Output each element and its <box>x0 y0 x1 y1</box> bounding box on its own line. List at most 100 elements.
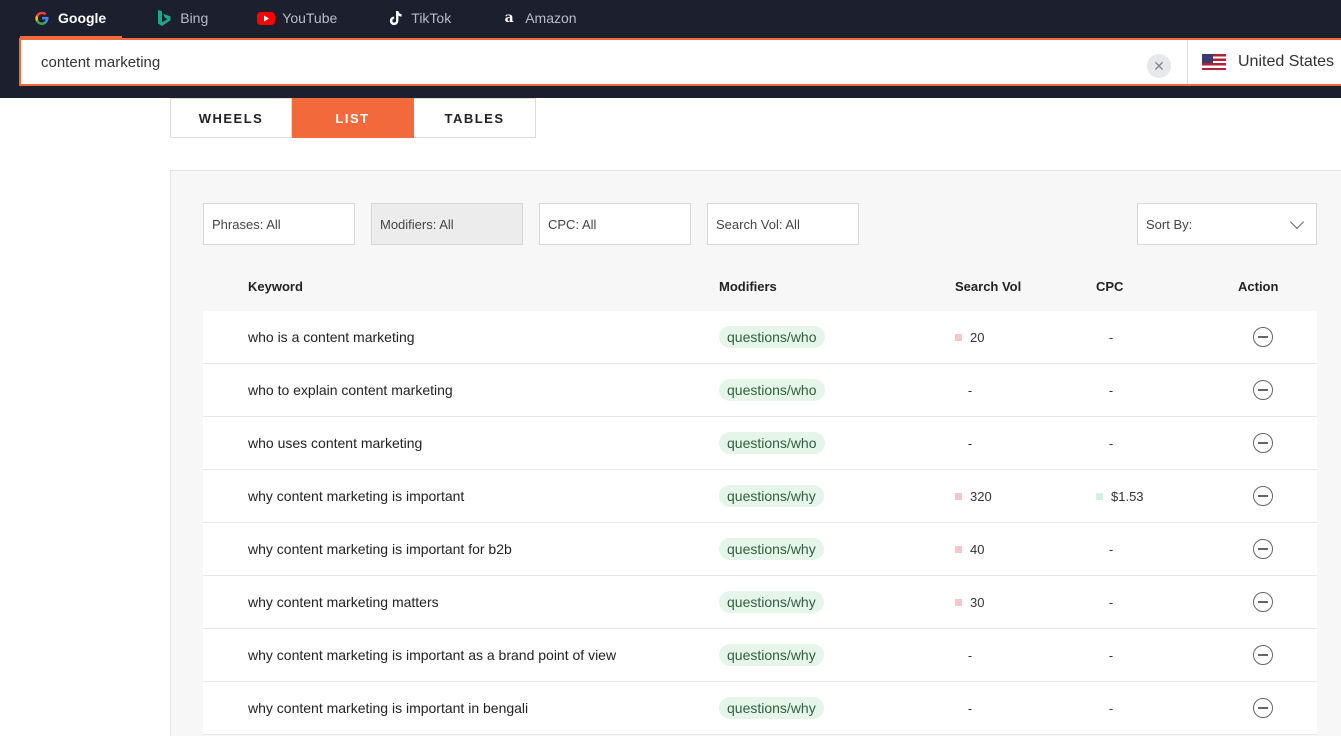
header-cpc[interactable]: CPC <box>1096 279 1123 294</box>
modifier-pill[interactable]: questions/who <box>719 432 825 454</box>
search-vol-filter[interactable]: Search Vol: All <box>707 203 859 245</box>
tab-bing[interactable]: Bing <box>122 0 224 36</box>
keyword-text[interactable]: why content marketing is important for b… <box>248 523 512 575</box>
cpc-value: - <box>1108 382 1114 398</box>
header-search-vol[interactable]: Search Vol <box>955 279 1021 294</box>
modifier-pill[interactable]: questions/why <box>719 591 824 613</box>
modifier-pill[interactable]: questions/why <box>719 644 824 666</box>
cpc-cell: - <box>1096 629 1186 681</box>
table-row: who to explain content marketing question… <box>203 364 1317 417</box>
country-label: United States <box>1238 53 1335 70</box>
keyword-text[interactable]: who uses content marketing <box>248 417 422 469</box>
modifier-cell: questions/who <box>719 311 825 363</box>
action-cell <box>1253 311 1273 363</box>
modifier-pill[interactable]: questions/why <box>719 485 824 507</box>
tab-amazon[interactable]: a Amazon <box>467 0 592 36</box>
action-cell <box>1253 682 1273 734</box>
tab-list[interactable]: LIST <box>292 98 414 138</box>
sort-by-dropdown[interactable]: Sort By: <box>1137 203 1317 245</box>
results-panel: Phrases: All Modifiers: All CPC: All Sea… <box>170 170 1341 736</box>
country-selector[interactable]: United States <box>1187 40 1334 84</box>
close-icon[interactable]: ✕ <box>1147 54 1171 78</box>
search-bar: ✕ United States <box>19 38 1341 86</box>
modifier-cell: questions/why <box>719 523 824 575</box>
modifiers-filter[interactable]: Modifiers: All <box>371 203 523 245</box>
action-cell <box>1253 470 1273 522</box>
phrases-filter[interactable]: Phrases: All <box>203 203 355 245</box>
cpc-value: - <box>1108 700 1114 716</box>
table-row: why content marketing is important for b… <box>203 523 1317 576</box>
tab-google-label: Google <box>58 10 107 26</box>
modifier-pill[interactable]: questions/why <box>719 697 824 719</box>
cpc-cell: - <box>1096 523 1186 575</box>
search-input[interactable] <box>41 40 1141 84</box>
table-row: why content marketing is important in be… <box>203 682 1317 735</box>
keyword-text[interactable]: who to explain content marketing <box>248 364 453 416</box>
cpc-cell: $1.53 <box>1096 470 1186 522</box>
tab-tiktok[interactable]: TikTok <box>353 0 467 36</box>
remove-icon[interactable] <box>1253 327 1273 347</box>
volume-marker <box>955 333 962 341</box>
tab-youtube-label: YouTube <box>282 10 338 26</box>
view-tabs: WHEELS LIST TABLES <box>170 98 536 138</box>
modifier-cell: questions/why <box>719 629 824 681</box>
search-vol-value: - <box>967 647 973 663</box>
chevron-down-icon <box>1289 214 1305 230</box>
keyword-text[interactable]: why content marketing is important <box>248 470 464 522</box>
modifier-cell: questions/why <box>719 682 824 734</box>
search-vol-value: - <box>967 435 973 451</box>
volume-marker <box>955 598 962 606</box>
search-vol-value: - <box>967 700 973 716</box>
action-cell <box>1253 576 1273 628</box>
modifier-cell: questions/who <box>719 364 825 416</box>
cpc-cell: - <box>1096 417 1186 469</box>
tiktok-icon <box>386 9 404 27</box>
table-row: who uses content marketing questions/who -… <box>203 417 1317 470</box>
remove-icon[interactable] <box>1253 592 1273 612</box>
tab-amazon-label: Amazon <box>525 10 577 26</box>
cpc-value: - <box>1108 594 1114 610</box>
keyword-text[interactable]: who is a content marketing <box>248 311 415 363</box>
tab-tables[interactable]: TABLES <box>414 98 536 138</box>
search-vol-cell: 40 <box>955 523 1045 575</box>
tab-google[interactable]: Google <box>0 0 123 38</box>
tab-wheels[interactable]: WHEELS <box>170 98 292 138</box>
remove-icon[interactable] <box>1253 539 1273 559</box>
cpc-filter[interactable]: CPC: All <box>539 203 691 245</box>
header-action: Action <box>1238 279 1279 294</box>
sort-by-label: Sort By: <box>1146 216 1193 232</box>
youtube-icon <box>257 9 276 27</box>
table-row: who is a content marketing questions/who 2… <box>203 311 1317 364</box>
header-keyword[interactable]: Keyword <box>248 279 303 294</box>
action-cell <box>1253 364 1273 416</box>
table-row: why content marketing is important as a … <box>203 629 1317 682</box>
remove-icon[interactable] <box>1253 698 1273 718</box>
tab-youtube[interactable]: YouTube <box>224 0 353 36</box>
modifier-pill[interactable]: questions/why <box>719 538 824 560</box>
keyword-text[interactable]: why content marketing matters <box>248 576 439 628</box>
search-vol-value: 30 <box>970 594 985 610</box>
keyword-text[interactable]: why content marketing is important in be… <box>248 682 528 734</box>
remove-icon[interactable] <box>1253 645 1273 665</box>
keyword-text[interactable]: why content marketing is important as a … <box>248 629 616 681</box>
tab-tiktok-label: TikTok <box>411 10 452 26</box>
volume-marker <box>955 492 962 500</box>
table-row: why content marketing is important questi… <box>203 470 1317 523</box>
tab-bing-label: Bing <box>180 10 209 26</box>
bing-icon <box>155 9 173 27</box>
action-cell <box>1253 629 1273 681</box>
remove-icon[interactable] <box>1253 380 1273 400</box>
search-vol-value: 320 <box>970 488 992 504</box>
cpc-cell: - <box>1096 682 1186 734</box>
header-modifiers[interactable]: Modifiers <box>719 279 777 294</box>
search-vol-cell: - <box>955 417 1045 469</box>
modifier-pill[interactable]: questions/who <box>719 326 825 348</box>
remove-icon[interactable] <box>1253 433 1273 453</box>
modifier-cell: questions/who <box>719 417 825 469</box>
search-vol-value: 40 <box>970 541 985 557</box>
amazon-icon: a <box>504 10 514 26</box>
remove-icon[interactable] <box>1253 486 1273 506</box>
modifier-pill[interactable]: questions/who <box>719 379 825 401</box>
cpc-value: - <box>1108 541 1114 557</box>
search-vol-cell: 320 <box>955 470 1045 522</box>
